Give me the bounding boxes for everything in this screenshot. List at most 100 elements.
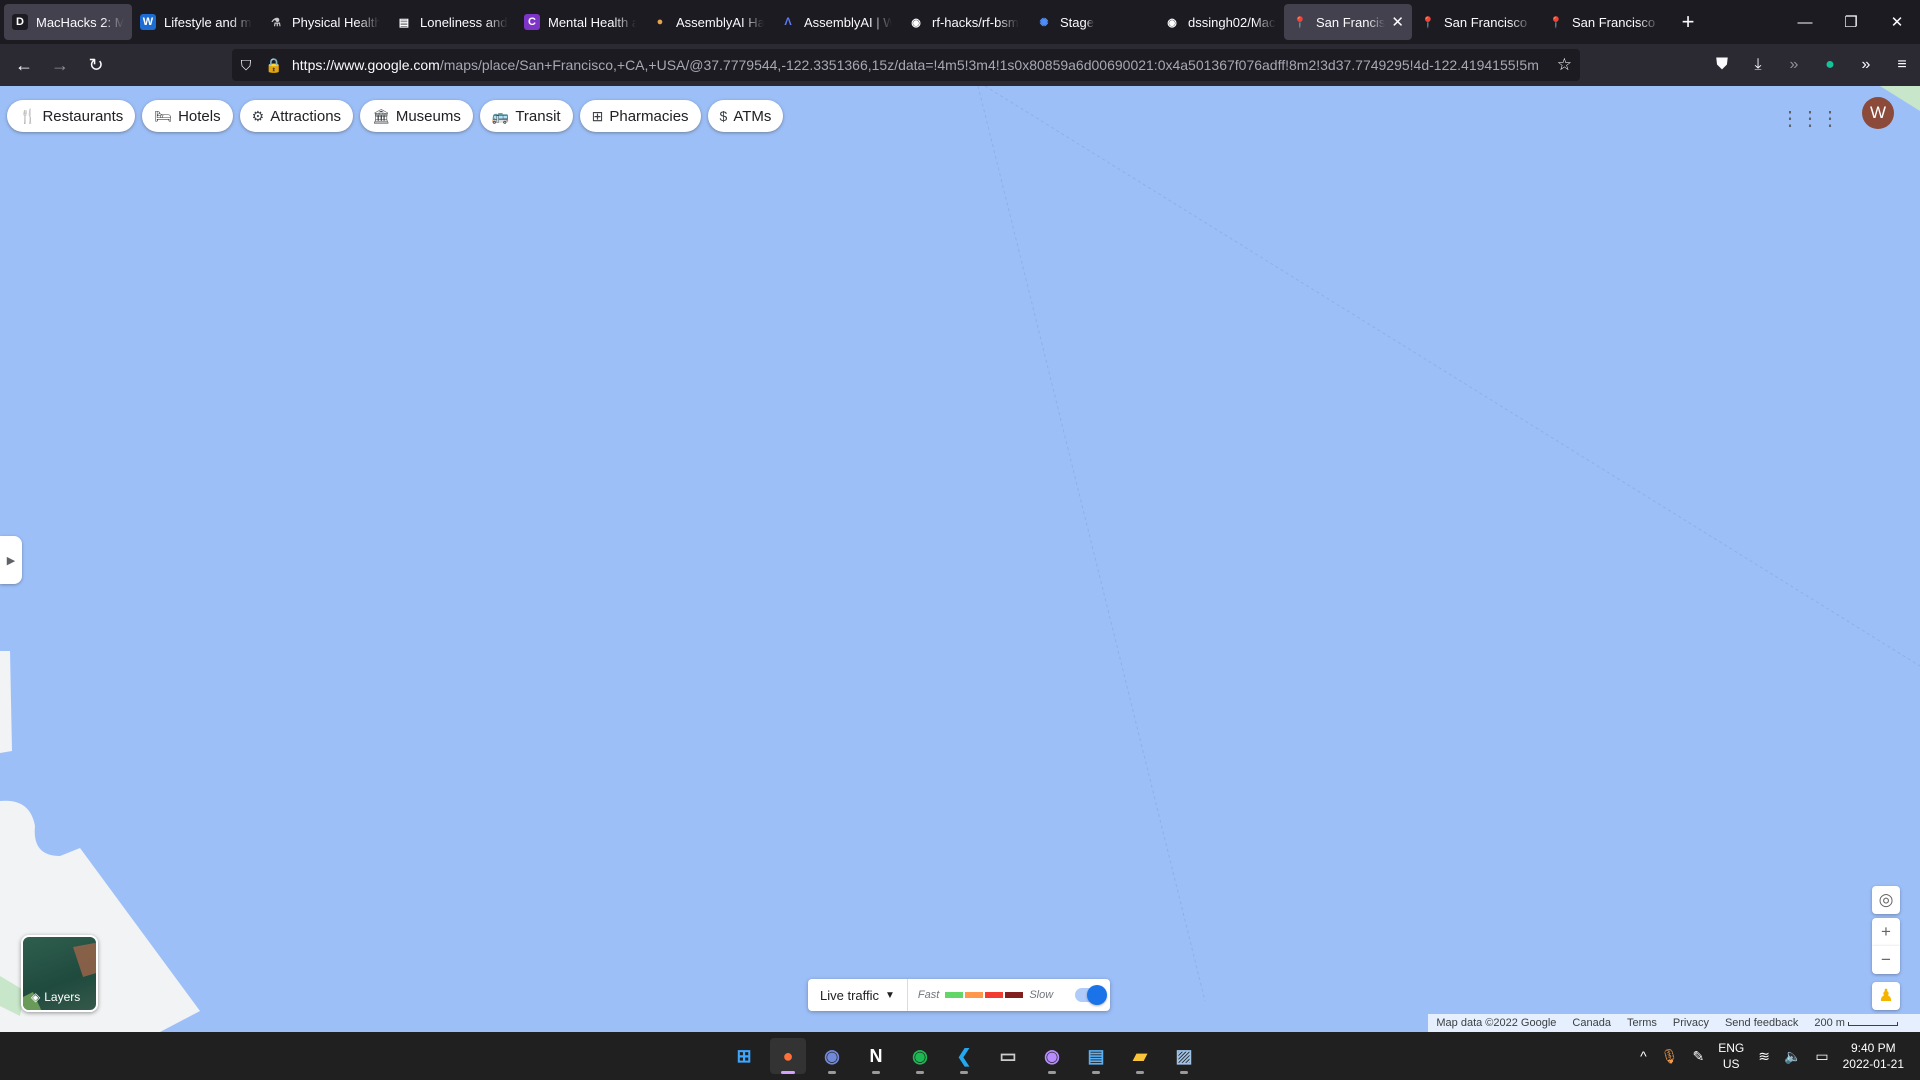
- active-indicator: [781, 1071, 795, 1074]
- land-shape: [0, 651, 12, 753]
- scale-bar[interactable]: 200 m: [1814, 1017, 1898, 1029]
- vscode-taskbar-button[interactable]: ❮: [946, 1038, 982, 1074]
- reload-icon: ↻: [88, 54, 104, 75]
- google-apps-icon[interactable]: ⋮⋮⋮: [1780, 106, 1840, 131]
- start-button[interactable]: ⊞: [726, 1038, 762, 1074]
- avatar[interactable]: W: [1862, 97, 1894, 129]
- tab-favicon-icon: Λ: [784, 16, 792, 28]
- terminal-taskbar-button[interactable]: ▭: [990, 1038, 1026, 1074]
- museum-icon: 🏛: [372, 107, 390, 124]
- vscode-icon: ❮: [956, 1045, 972, 1066]
- tab-favicon-icon: ✺: [1039, 16, 1049, 29]
- forward-button[interactable]: →: [42, 49, 78, 81]
- restore-button[interactable]: ❐: [1828, 0, 1874, 44]
- browser-tab[interactable]: ▤ Loneliness and s: [388, 4, 516, 40]
- running-indicator: [828, 1071, 836, 1074]
- browser-tab[interactable]: 📍 San Francisco ✕: [1284, 4, 1412, 40]
- download-icon[interactable]: ⤓: [1740, 56, 1776, 74]
- new-tab-button[interactable]: +: [1672, 9, 1704, 35]
- notepad-icon: ▤: [1087, 1045, 1105, 1066]
- pegman-button[interactable]: ♟: [1872, 982, 1900, 1010]
- chip-attractions[interactable]: ⚙ Attractions: [239, 100, 354, 132]
- traffic-toggle[interactable]: [1075, 985, 1108, 1005]
- chip-hotels[interactable]: 🛏 Hotels: [142, 100, 233, 132]
- tab-favicon-icon: 📍: [1293, 16, 1307, 29]
- file-explorer-taskbar-button[interactable]: ▰: [1122, 1038, 1158, 1074]
- menu-icon[interactable]: ≡: [1884, 56, 1920, 74]
- map-canvas[interactable]: 🍴 Restaurants 🛏 Hotels ⚙ Attractions 🏛 Museums 🚌…: [0, 86, 1920, 1032]
- notion-taskbar-button[interactable]: N: [858, 1038, 894, 1074]
- reload-button[interactable]: ↻: [78, 49, 114, 81]
- zoom-in-button[interactable]: +: [1872, 918, 1900, 946]
- spotify-taskbar-button[interactable]: ◉: [902, 1038, 938, 1074]
- lock-icon[interactable]: 🔒: [260, 57, 288, 74]
- minimize-button[interactable]: —: [1782, 0, 1828, 44]
- chevron-up-icon[interactable]: ^: [1640, 1048, 1647, 1064]
- browser-tab[interactable]: Λ AssemblyAI | Wa: [772, 4, 900, 40]
- browser-tab[interactable]: W Lifestyle and me: [132, 4, 260, 40]
- microphone-icon[interactable]: 🎙: [1661, 1048, 1679, 1065]
- layers-button[interactable]: ◈ Layers: [21, 935, 98, 1012]
- shield-icon[interactable]: ⛉: [232, 57, 260, 74]
- pen-icon[interactable]: ✎: [1692, 1048, 1704, 1065]
- my-location-button[interactable]: ◎: [1872, 886, 1900, 914]
- volume-icon[interactable]: 🔈: [1784, 1048, 1801, 1065]
- expand-side-panel-button[interactable]: ▶: [0, 536, 22, 584]
- running-indicator: [1136, 1071, 1144, 1074]
- send-feedback-link[interactable]: Send feedback: [1725, 1017, 1798, 1029]
- back-button[interactable]: ←: [6, 49, 42, 81]
- browser-tab[interactable]: C Mental Health ar: [516, 4, 644, 40]
- region-link[interactable]: Canada: [1572, 1017, 1611, 1029]
- tab-title: dssingh02/Mach: [1188, 14, 1276, 30]
- browser-tab[interactable]: ● AssemblyAI Hack: [644, 4, 772, 40]
- window-controls: — ❐ ✕: [1782, 0, 1920, 44]
- chip-label: Hotels: [178, 107, 221, 125]
- discord-taskbar-button[interactable]: ◉: [814, 1038, 850, 1074]
- overflow-chevron-icon[interactable]: »: [1848, 56, 1884, 74]
- github-icon: ◉: [1044, 1045, 1060, 1066]
- running-indicator: [916, 1071, 924, 1074]
- chip-transit[interactable]: 🚌 Transit: [479, 100, 573, 132]
- notepad-taskbar-button[interactable]: ▤: [1078, 1038, 1114, 1074]
- tab-favicon-icon: ⚗: [271, 16, 281, 29]
- url-bar[interactable]: ⛉ 🔒 https://www.google.com/maps/place/Sa…: [232, 49, 1580, 81]
- zoom-out-button[interactable]: −: [1872, 946, 1900, 974]
- chip-museums[interactable]: 🏛 Museums: [360, 100, 473, 132]
- system-tray: ^ 🎙 ✎ ENG US ≋ 🔈 ▭ 9:40 PM 2022-01-21: [1640, 1032, 1904, 1080]
- chip-pharmacies[interactable]: ⊞ Pharmacies: [579, 100, 701, 132]
- wifi-icon[interactable]: ≋: [1758, 1048, 1770, 1065]
- traffic-mode-dropdown[interactable]: Live traffic ▼: [808, 979, 908, 1011]
- url-text[interactable]: https://www.google.com/maps/place/San+Fr…: [292, 57, 1542, 73]
- grammarly-icon[interactable]: ●: [1812, 56, 1848, 74]
- language-indicator[interactable]: ENG US: [1718, 1040, 1744, 1072]
- chip-label: Attractions: [270, 107, 342, 125]
- chip-restaurants[interactable]: 🍴 Restaurants: [7, 100, 136, 132]
- browser-tab[interactable]: ◉ dssingh02/Mach: [1156, 4, 1284, 40]
- privacy-link[interactable]: Privacy: [1673, 1017, 1709, 1029]
- bookmark-star-icon[interactable]: ☆: [1557, 55, 1572, 75]
- terms-link[interactable]: Terms: [1627, 1017, 1657, 1029]
- battery-icon[interactable]: ▭: [1815, 1048, 1828, 1065]
- firefox-taskbar-button[interactable]: ●: [770, 1038, 806, 1074]
- browser-tab[interactable]: 📍 San Francisco - C: [1540, 4, 1668, 40]
- github-taskbar-button[interactable]: ◉: [1034, 1038, 1070, 1074]
- pocket-icon[interactable]: ⛊: [1704, 56, 1740, 74]
- browser-tab[interactable]: 📍 San Francisco - C: [1412, 4, 1540, 40]
- tab-title: San Francisco - C: [1572, 14, 1660, 30]
- arrow-right-icon: →: [51, 54, 69, 75]
- tab-title: Physical Health a: [292, 14, 380, 30]
- browser-tab[interactable]: ◉ rf-hacks/rf-bsm: [900, 4, 1028, 40]
- close-tab-icon[interactable]: ✕: [1391, 13, 1404, 31]
- clock[interactable]: 9:40 PM 2022-01-21: [1843, 1040, 1904, 1072]
- chip-atms[interactable]: $ ATMs: [707, 100, 784, 132]
- browser-tab[interactable]: ✺ Stage: [1028, 4, 1156, 40]
- navigation-bar: ← → ↻ ⛉ 🔒 https://www.google.com/maps/pl…: [0, 44, 1920, 86]
- close-window-button[interactable]: ✕: [1874, 0, 1920, 44]
- caret-right-icon: ▶: [6, 554, 16, 567]
- photos-taskbar-button[interactable]: ▨: [1166, 1038, 1202, 1074]
- extension-arrows-icon[interactable]: »: [1776, 56, 1812, 74]
- browser-tab[interactable]: ⚗ Physical Health a: [260, 4, 388, 40]
- bed-icon: 🛏: [154, 107, 173, 124]
- browser-tab[interactable]: D MacHacks 2: Ma: [4, 4, 132, 40]
- terminal-icon: ▭: [999, 1045, 1017, 1066]
